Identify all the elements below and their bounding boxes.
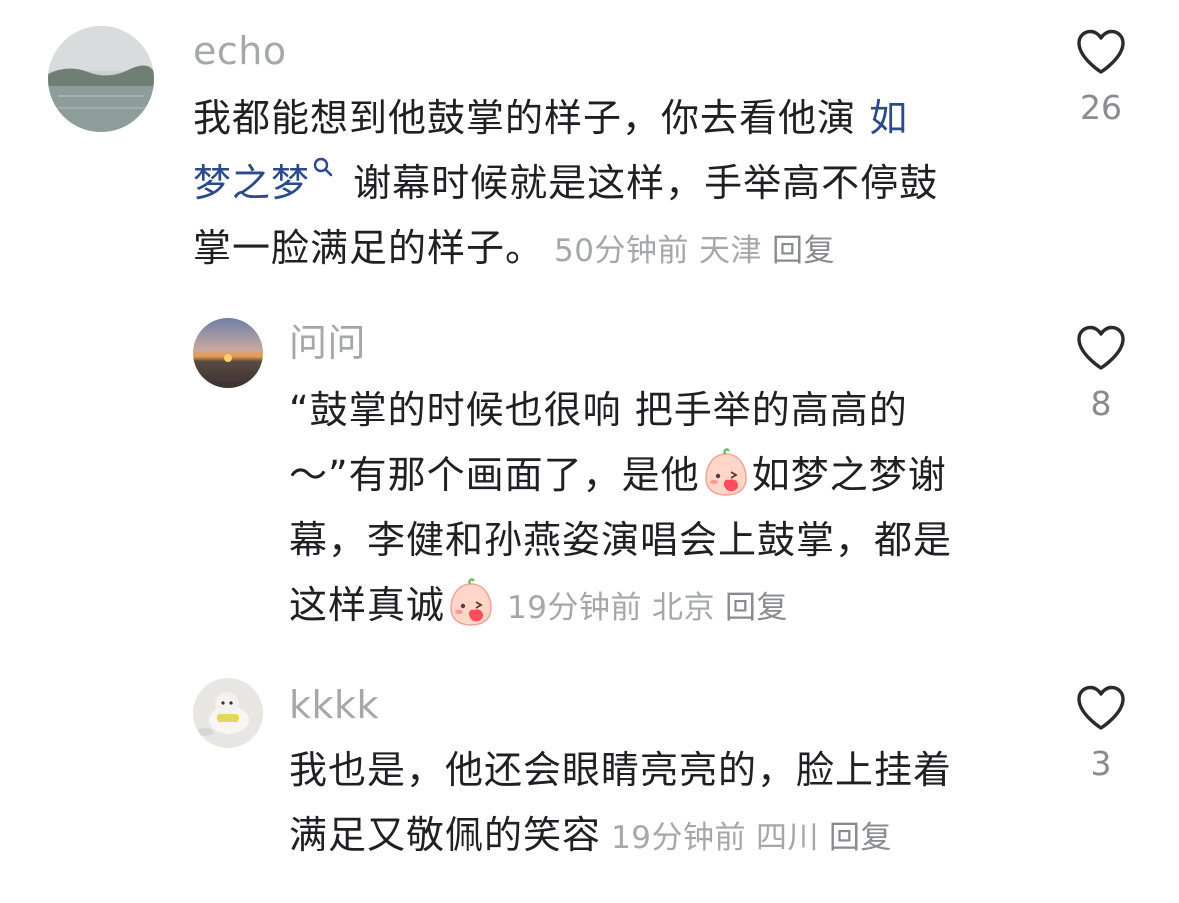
comment-location: 北京 [651, 590, 715, 626]
search-keyword-link[interactable]: 如 [869, 96, 908, 140]
comment-time: 19分钟前 [611, 820, 746, 856]
avatar[interactable] [193, 678, 263, 748]
like-button[interactable]: 3 [1061, 684, 1141, 784]
avatar-lake-image [48, 26, 154, 132]
comment-time: 50分钟前 [554, 233, 689, 269]
search-icon[interactable] [312, 156, 334, 178]
search-keyword-link[interactable]: 梦之梦 [193, 161, 310, 205]
comment-meta: 50分钟前 天津 回复 [554, 233, 845, 269]
avatar[interactable] [193, 318, 263, 388]
username[interactable]: 问问 [289, 320, 366, 366]
comment-time: 19分钟前 [507, 590, 642, 626]
comment-meta: 19分钟前 北京 回复 [507, 590, 798, 626]
heart-outline-icon[interactable] [1075, 324, 1127, 372]
comment-text-line: 我都能想到他鼓掌的样子，你去看他演 [193, 96, 870, 140]
comment-text-line: 谢幕时候就是这样，手举高不停鼓 [340, 161, 939, 205]
comment-text: 我也是，他还会眼睛亮亮的，脸上挂着 满足又敬佩的笑容 19分钟前 四川 回复 [289, 738, 1049, 871]
avatar-sunset-image [193, 318, 263, 388]
comment-text: 我都能想到他鼓掌的样子，你去看他演 如 梦之梦 谢幕时候就是这样，手举高不停鼓 … [193, 86, 1013, 284]
comment-location: 四川 [755, 820, 819, 856]
comment-text-line: 满足又敬佩的笑容 [289, 813, 602, 857]
comment-text-line: 我也是，他还会眼睛亮亮的，脸上挂着 [289, 748, 953, 792]
reply-button[interactable]: 回复 [829, 820, 892, 856]
comment-text-line: 这样真诚 [289, 583, 446, 627]
like-count: 3 [1090, 744, 1112, 783]
comment-text-line: 幕，李健和孙燕姿演唱会上鼓掌，都是 [289, 518, 953, 562]
comment-text-line: “鼓掌的时候也很响 把手举的高高的 [289, 388, 908, 432]
avatar[interactable] [48, 26, 154, 132]
comment-text-line: ～”有那个画面了，是他 [289, 453, 700, 497]
reply-button[interactable]: 回复 [772, 233, 835, 269]
blushing-peach-emoji [704, 448, 747, 496]
like-button[interactable]: 26 [1061, 28, 1141, 128]
like-button[interactable]: 8 [1061, 324, 1141, 424]
username[interactable]: kkkk [289, 682, 379, 728]
comment-text-line: 如梦之梦谢 [751, 453, 947, 497]
like-count: 26 [1080, 88, 1122, 127]
comment-location: 天津 [698, 233, 762, 269]
like-count: 8 [1090, 384, 1112, 423]
comment-text-line: 掌一脸满足的样子。 [193, 226, 545, 270]
heart-outline-icon[interactable] [1075, 684, 1127, 732]
comment-text: “鼓掌的时候也很响 把手举的高高的 ～”有那个画面了，是他 如梦之梦谢 幕，李健和… [289, 378, 1049, 641]
blushing-peach-emoji [450, 578, 492, 626]
avatar-puppy-image [193, 678, 263, 748]
comment-meta: 19分钟前 四川 回复 [611, 820, 902, 856]
username[interactable]: echo [193, 28, 287, 74]
reply-button[interactable]: 回复 [725, 590, 788, 626]
heart-outline-icon[interactable] [1075, 28, 1127, 76]
